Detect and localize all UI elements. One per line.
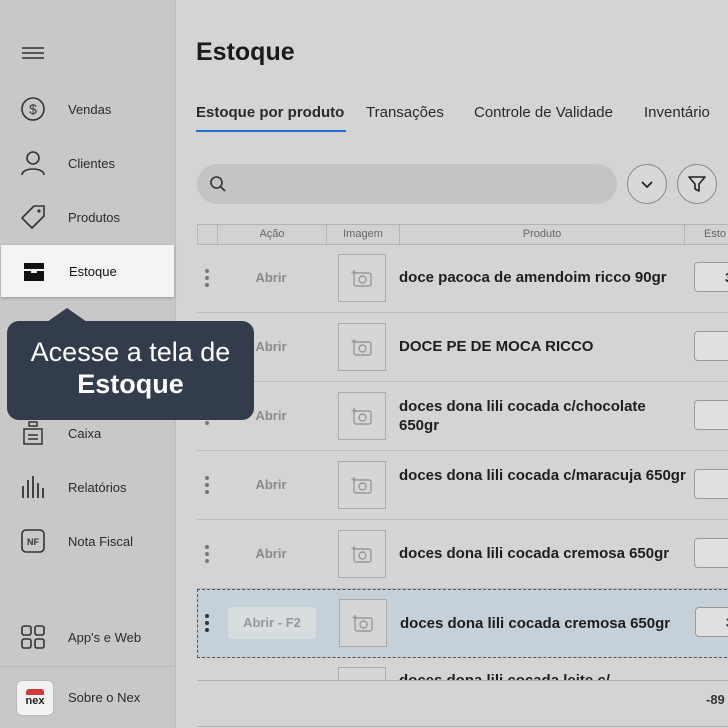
sidebar-item-label: Produtos — [68, 209, 121, 225]
header-produto[interactable]: Produto — [400, 228, 684, 240]
stock-quantity[interactable] — [694, 469, 728, 499]
sidebar-item-apps-web[interactable]: App's e Web — [0, 612, 175, 662]
stock-quantity[interactable]: 3 — [695, 607, 728, 637]
open-button[interactable]: Abrir — [227, 268, 315, 288]
user-icon — [20, 150, 46, 176]
open-button-f2[interactable]: Abrir - F2 — [228, 607, 316, 639]
tooltip-line2: Estoque — [77, 369, 184, 399]
stock-quantity[interactable] — [694, 400, 728, 430]
stock-quantity[interactable]: 3 — [694, 262, 728, 292]
active-tab-indicator — [196, 130, 346, 132]
tab-inventario[interactable]: Inventário — [644, 104, 710, 121]
header-acao: Ação — [259, 228, 285, 240]
add-photo-icon — [351, 270, 372, 287]
sidebar-item-estoque[interactable]: Estoque — [1, 245, 174, 297]
product-image-placeholder[interactable] — [338, 530, 386, 578]
main-content: Estoque Estoque por produto Transações C… — [176, 0, 728, 728]
stock-quantity[interactable] — [694, 331, 728, 361]
onboarding-tooltip: Acesse a tela de Estoque — [7, 308, 254, 420]
product-image-placeholder[interactable] — [338, 392, 386, 440]
product-name: DOCE PE DE MOCA RICCO — [399, 338, 594, 355]
add-photo-icon — [351, 546, 372, 563]
expand-button[interactable] — [627, 164, 667, 204]
sidebar-item-label: Sobre o Nex — [68, 689, 141, 705]
bar-chart-icon — [20, 474, 46, 500]
add-photo-icon — [351, 408, 372, 425]
stock-quantity[interactable] — [694, 538, 728, 568]
product-image-placeholder[interactable] — [338, 323, 386, 371]
apps-grid-icon — [20, 624, 46, 650]
dollar-circle-icon: $ — [20, 96, 46, 122]
open-button[interactable]: Abrir — [227, 475, 315, 495]
nf-icon: NF — [20, 528, 46, 554]
row-menu-icon[interactable] — [205, 614, 209, 635]
product-name: doces dona lili cocada cremosa 650gr — [399, 545, 670, 562]
footer-divider — [197, 680, 728, 681]
svg-text:NF: NF — [27, 537, 39, 547]
filter-icon — [688, 176, 706, 192]
sidebar-item-produtos[interactable]: Produtos — [0, 192, 175, 242]
tooltip-line1: Acesse a tela de — [30, 337, 231, 367]
sidebar-item-clientes[interactable]: Clientes — [0, 138, 175, 188]
header-estoque[interactable]: Esto — [688, 228, 728, 240]
row-menu-icon[interactable] — [205, 269, 209, 290]
product-name: doce pacoca de amendoim ricco 90gr — [399, 269, 667, 286]
svg-text:$: $ — [29, 101, 37, 117]
cash-register-icon — [20, 420, 46, 446]
sidebar-item-label: Clientes — [68, 155, 115, 171]
table-row-selected[interactable]: Abrir - F2 doces dona lili cocada cremos… — [197, 589, 728, 658]
tab-estoque-por-produto[interactable]: Estoque por produto — [196, 104, 344, 121]
sidebar-item-label: Relatórios — [68, 479, 127, 495]
product-image-placeholder[interactable] — [339, 599, 387, 647]
table-row[interactable]: Abrir doces dona lili cocada cremosa 650… — [197, 520, 728, 589]
table-row[interactable]: Abrir doces dona lili cocada c/maracuja … — [197, 451, 728, 520]
tab-transacoes[interactable]: Transações — [366, 104, 444, 121]
nex-logo: nex — [16, 680, 54, 716]
chevron-down-icon — [641, 181, 653, 189]
row-menu-icon[interactable] — [205, 476, 209, 497]
row-menu-icon[interactable] — [205, 545, 209, 566]
search-bar[interactable] — [197, 164, 617, 204]
add-photo-icon — [351, 339, 372, 356]
tab-controle-validade[interactable]: Controle de Validade — [474, 104, 613, 121]
sidebar-item-vendas[interactable]: $ Vendas — [0, 84, 175, 134]
header-imagem: Imagem — [343, 228, 383, 240]
table-row[interactable]: Abrir DOCE PE DE MOCA RICCO — [197, 313, 728, 382]
product-name: doces dona lili cocada c/maracuja 650gr — [399, 467, 686, 484]
sidebar-item-label: Caixa — [68, 425, 102, 441]
table-row[interactable]: Abrir doce pacoca de amendoim ricco 90gr… — [197, 244, 728, 313]
search-icon — [209, 175, 227, 198]
add-photo-icon — [351, 477, 372, 494]
tag-icon — [20, 204, 46, 230]
search-input[interactable] — [233, 172, 607, 198]
product-image-placeholder[interactable] — [338, 667, 386, 681]
sidebar-item-label: Nota Fiscal — [68, 533, 134, 549]
sidebar-item-nota-fiscal[interactable]: NF Nota Fiscal — [0, 516, 175, 566]
page-title: Estoque — [196, 38, 295, 66]
add-photo-icon — [352, 615, 373, 632]
sidebar-item-relatorios[interactable]: Relatórios — [0, 462, 175, 512]
table-row[interactable]: Abrir doces dona lili cocada c/chocolate… — [197, 382, 728, 451]
sidebar-item-label: Vendas — [68, 101, 112, 117]
product-name: doces dona lili cocada c/chocolate 650gr — [399, 398, 646, 434]
table-row-partial[interactable]: doces dona lili cocada leite c/ — [197, 659, 728, 681]
product-image-placeholder[interactable] — [338, 461, 386, 509]
sidebar-divider — [0, 666, 175, 667]
product-image-placeholder[interactable] — [338, 254, 386, 302]
open-button[interactable]: Abrir — [227, 544, 315, 564]
footer-divider-bottom — [197, 726, 728, 727]
box-icon — [21, 258, 47, 284]
nex-logo-text: nex — [25, 695, 45, 707]
stock-total: -89 — [706, 692, 725, 707]
sidebar-item-label: Estoque — [69, 263, 117, 279]
sidebar-item-label: App's e Web — [68, 629, 142, 645]
hamburger-menu-icon[interactable] — [22, 44, 44, 62]
table-header: Ação Imagem Produto Esto — [197, 224, 728, 245]
filter-button[interactable] — [677, 164, 717, 204]
product-name: doces dona lili cocada cremosa 650gr — [400, 615, 671, 632]
